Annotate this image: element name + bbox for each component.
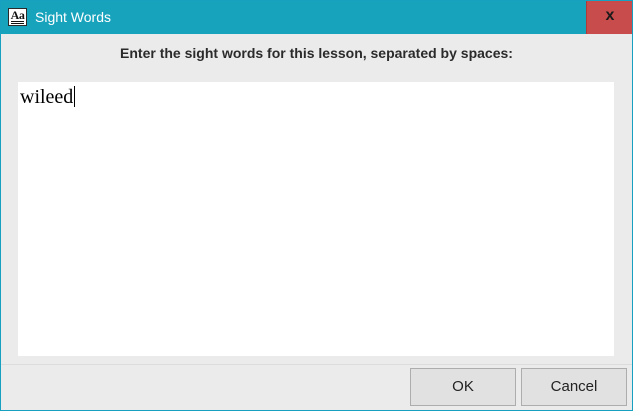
instruction-label: Enter the sight words for this lesson, s… [120,45,513,61]
text-caret [74,86,76,107]
footer-divider [1,364,632,365]
title-bar[interactable]: Aa Sight Words x [1,1,632,34]
sight-words-textarea[interactable]: wileed [18,82,614,356]
window-title: Sight Words [35,9,111,25]
ok-button[interactable]: OK [410,368,516,406]
sight-words-dialog: Aa Sight Words x Enter the sight words f… [0,0,633,411]
aa-text-icon: Aa [8,8,27,26]
cancel-button[interactable]: Cancel [521,368,627,406]
close-icon: x [605,7,615,24]
close-button[interactable]: x [586,1,632,34]
sight-words-value: wileed [20,86,74,108]
